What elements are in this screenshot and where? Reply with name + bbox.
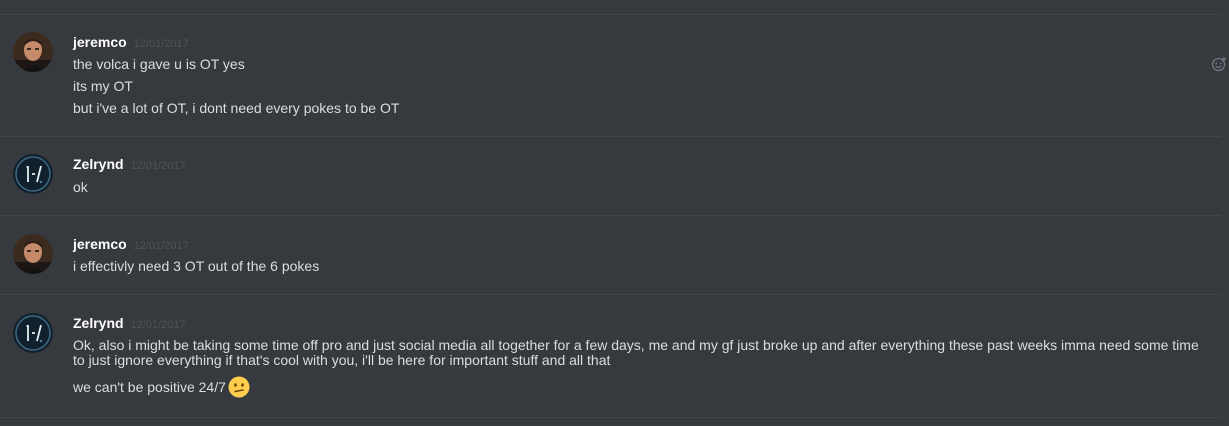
message-header: jeremco 12/01/2017 bbox=[73, 34, 189, 50]
message-text-content: we can't be positive 24/7 bbox=[73, 379, 226, 395]
timestamp: 12/01/2017 bbox=[133, 38, 189, 50]
timestamp: 12/01/2017 bbox=[133, 240, 189, 252]
message-header: Zelrynd 12/01/2017 bbox=[73, 156, 186, 172]
timestamp: 12/01/2017 bbox=[130, 319, 186, 331]
message-header: jeremco 12/01/2017 bbox=[73, 236, 189, 252]
message-group: jeremco 12/01/2017 the volca i gave u is… bbox=[0, 14, 1229, 136]
message-text: we can't be positive 24/7 bbox=[73, 376, 1199, 398]
add-reaction-icon[interactable] bbox=[1211, 56, 1227, 72]
timestamp: 12/01/2017 bbox=[130, 160, 186, 172]
message-divider bbox=[0, 417, 1221, 418]
message-group: Zelrynd 12/01/2017 Ok, also i might be t… bbox=[0, 294, 1229, 417]
message-group: Zelrynd 12/01/2017 ok bbox=[0, 136, 1229, 215]
message-group: jeremco 12/01/2017 i effectivly need 3 O… bbox=[0, 215, 1229, 294]
avatar-jeremco[interactable] bbox=[13, 32, 53, 72]
message-text: the volca i gave u is OT yes bbox=[73, 56, 245, 72]
message-text: i effectivly need 3 OT out of the 6 poke… bbox=[73, 258, 320, 274]
confused-face-emoji bbox=[228, 376, 250, 398]
username[interactable]: jeremco bbox=[73, 236, 127, 252]
message-text: its my OT bbox=[73, 78, 133, 94]
chat-messages-pane: jeremco 12/01/2017 the volca i gave u is… bbox=[0, 0, 1229, 426]
avatar-jeremco[interactable] bbox=[13, 234, 53, 274]
username[interactable]: Zelrynd bbox=[73, 315, 124, 331]
username[interactable]: jeremco bbox=[73, 34, 127, 50]
avatar-zelrynd[interactable] bbox=[13, 313, 53, 353]
username[interactable]: Zelrynd bbox=[73, 156, 124, 172]
message-text: but i've a lot of OT, i dont need every … bbox=[73, 100, 400, 116]
avatar-zelrynd[interactable] bbox=[13, 154, 53, 194]
message-header: Zelrynd 12/01/2017 bbox=[73, 315, 186, 331]
message-text: Ok, also i might be taking some time off… bbox=[73, 337, 1199, 368]
message-text: ok bbox=[73, 179, 88, 195]
